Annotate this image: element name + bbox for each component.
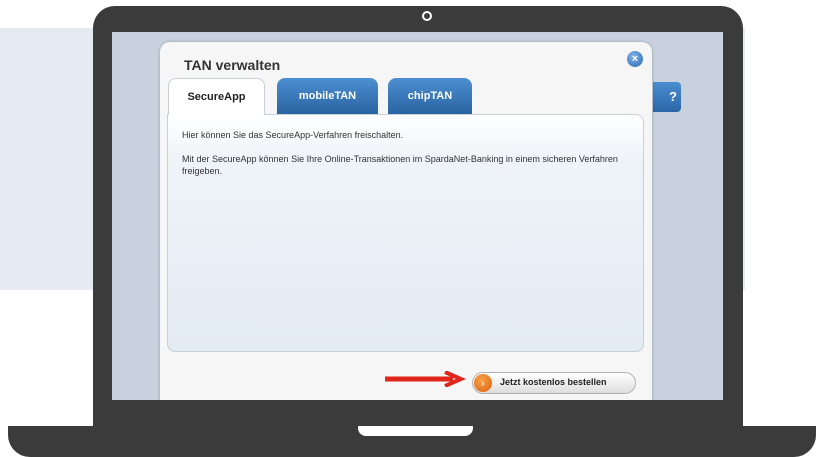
tab-chiptan[interactable]: chipTAN xyxy=(388,78,472,114)
tab-mobiletan[interactable]: mobileTAN xyxy=(277,78,378,114)
tan-dialog: TAN verwalten × SecureApp mobileTAN chip… xyxy=(160,42,652,400)
tab-secureapp[interactable]: SecureApp xyxy=(168,78,265,115)
chevron-right-icon: › xyxy=(474,374,492,392)
dialog-title: TAN verwalten xyxy=(184,57,281,73)
camera-icon xyxy=(422,11,432,21)
order-button-label: Jetzt kostenlos bestellen xyxy=(500,377,607,387)
tab-content-panel: Hier können Sie das SecureApp-Verfahren … xyxy=(167,114,644,352)
close-icon[interactable]: × xyxy=(627,51,643,67)
help-button[interactable]: ? xyxy=(653,82,681,112)
laptop-screen: ? TAN verwalten × SecureApp mobileTAN ch… xyxy=(112,32,723,400)
laptop-notch xyxy=(358,426,473,436)
order-free-button[interactable]: › Jetzt kostenlos bestellen xyxy=(472,372,636,394)
description-text: Mit der SecureApp können Sie Ihre Online… xyxy=(182,154,618,176)
red-arrow-icon xyxy=(385,371,466,387)
info-text: Hier können Sie das SecureApp-Verfahren … xyxy=(182,130,404,140)
